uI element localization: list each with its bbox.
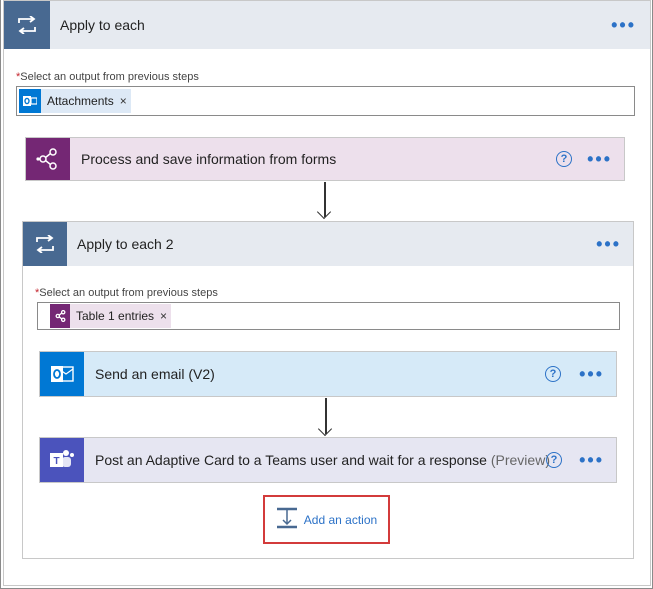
remove-token-icon[interactable]: × <box>120 94 131 108</box>
inner-field-label: *Select an output from previous steps <box>35 287 218 299</box>
send-email-title: Send an email (V2) <box>95 366 215 382</box>
teams-adaptive-card-action[interactable]: T Post an Adaptive Card to a Teams user … <box>39 437 617 483</box>
outlook-icon <box>40 352 84 396</box>
more-options-icon[interactable]: ••• <box>596 235 621 253</box>
connector-arrow <box>316 204 332 220</box>
add-an-action-label: Add an action <box>303 512 378 527</box>
apply-to-each-2-header[interactable]: Apply to each 2 ••• <box>23 222 633 266</box>
outer-field-label-text: Select an output from previous steps <box>20 71 199 83</box>
table-entries-token[interactable]: Table 1 entries × <box>50 304 172 328</box>
process-forms-action[interactable]: Process and save information from forms … <box>25 137 625 181</box>
teams-action-title: Post an Adaptive Card to a Teams user an… <box>95 452 550 468</box>
outer-output-input[interactable]: Attachments × <box>16 86 635 116</box>
loop-icon <box>4 1 50 49</box>
more-options-icon[interactable]: ••• <box>587 150 612 168</box>
add-an-action-button[interactable]: Add an action <box>263 495 390 544</box>
teams-action-title-text: Post an Adaptive Card to a Teams user an… <box>95 452 487 468</box>
add-action-icon <box>276 507 298 532</box>
send-email-action[interactable]: Send an email (V2) ? ••• <box>39 351 617 397</box>
preview-tag: (Preview) <box>490 452 550 468</box>
inner-output-input[interactable]: Table 1 entries × <box>37 302 620 330</box>
process-forms-title: Process and save information from forms <box>81 151 337 167</box>
apply-to-each-header[interactable]: Apply to each ••• <box>4 1 650 49</box>
flow-canvas: Apply to each ••• *Select an output from… <box>0 0 653 589</box>
more-options-icon[interactable]: ••• <box>579 365 604 383</box>
apply-to-each-title: Apply to each <box>60 17 145 33</box>
more-options-icon[interactable]: ••• <box>611 16 636 34</box>
outlook-icon <box>19 89 41 113</box>
attachments-token[interactable]: Attachments × <box>19 89 131 113</box>
outer-field-label: *Select an output from previous steps <box>16 71 199 83</box>
ai-builder-icon <box>26 138 70 180</box>
teams-icon: T <box>40 438 84 482</box>
attachments-token-label: Attachments <box>47 94 114 108</box>
ai-builder-icon <box>50 304 70 328</box>
apply-to-each-2-title: Apply to each 2 <box>77 236 174 252</box>
loop-icon <box>23 222 67 266</box>
connector-arrow <box>317 421 333 437</box>
svg-text:T: T <box>53 456 59 467</box>
help-icon[interactable]: ? <box>556 151 572 167</box>
more-options-icon[interactable]: ••• <box>579 451 604 469</box>
help-icon[interactable]: ? <box>545 366 561 382</box>
inner-field-label-text: Select an output from previous steps <box>39 287 218 299</box>
table-entries-token-label: Table 1 entries <box>76 309 155 323</box>
remove-token-icon[interactable]: × <box>160 309 171 323</box>
help-icon[interactable]: ? <box>546 452 562 468</box>
